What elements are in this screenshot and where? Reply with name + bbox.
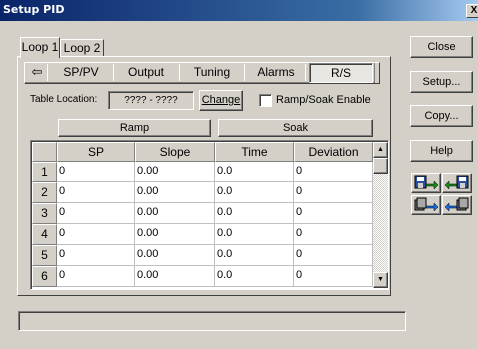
memory-to-plc-icon[interactable]: [442, 195, 472, 215]
change-button[interactable]: Change: [199, 90, 243, 111]
back-arrow-icon[interactable]: ⇦: [26, 63, 48, 82]
row-number[interactable]: 3: [32, 203, 57, 224]
cell-deviation[interactable]: 0: [294, 182, 373, 203]
cell-deviation[interactable]: 0: [294, 245, 373, 266]
column-header-time[interactable]: Time: [215, 142, 294, 162]
tab-loop-1[interactable]: Loop 1: [20, 37, 60, 58]
setup-button[interactable]: Setup...: [410, 71, 473, 93]
row-number[interactable]: 1: [32, 162, 57, 182]
status-bar: [18, 311, 406, 331]
tab-separator: [244, 64, 245, 81]
tab-separator: [113, 64, 114, 81]
cell-slope[interactable]: 0.00: [135, 182, 215, 203]
cell-deviation[interactable]: 0: [294, 266, 373, 287]
cell-time[interactable]: 0.0: [215, 182, 294, 203]
cell-time[interactable]: 0.0: [215, 245, 294, 266]
column-header-slope[interactable]: Slope: [135, 142, 215, 162]
tab-tuning[interactable]: Tuning: [182, 63, 242, 82]
cell-slope[interactable]: 0.00: [135, 266, 215, 287]
cell-deviation[interactable]: 0: [294, 224, 373, 245]
grid-corner: [32, 142, 57, 162]
cell-sp[interactable]: 0: [57, 224, 135, 245]
tab-strip-end: [374, 63, 379, 83]
title-bar: [0, 0, 478, 21]
row-number[interactable]: 4: [32, 224, 57, 245]
ramp-soak-enable-label: Ramp/Soak Enable: [276, 94, 371, 106]
window-title: Setup PID: [3, 3, 65, 16]
scroll-down-button[interactable]: ▼: [373, 272, 388, 288]
cell-slope[interactable]: 0.00: [135, 203, 215, 224]
tab-r-s[interactable]: R/S: [309, 63, 373, 83]
close-button[interactable]: Close: [410, 36, 473, 58]
cell-deviation[interactable]: 0: [294, 203, 373, 224]
row-number[interactable]: 6: [32, 266, 57, 287]
column-header-deviation[interactable]: Deviation: [294, 142, 373, 162]
close-window-button[interactable]: X: [466, 4, 478, 18]
tab-separator: [305, 64, 306, 81]
tab-separator: [47, 64, 48, 81]
cell-time[interactable]: 0.0: [215, 224, 294, 245]
tab-sp-pv[interactable]: SP/PV: [50, 63, 112, 82]
copy-button[interactable]: Copy...: [410, 105, 473, 127]
cell-deviation[interactable]: 0: [294, 162, 373, 182]
tab-separator: [179, 64, 180, 81]
cell-sp[interactable]: 0: [57, 203, 135, 224]
cell-slope[interactable]: 0.00: [135, 224, 215, 245]
cell-sp[interactable]: 0: [57, 245, 135, 266]
cell-slope[interactable]: 0.00: [135, 162, 215, 182]
cell-sp[interactable]: 0: [57, 162, 135, 182]
row-number[interactable]: 2: [32, 182, 57, 203]
tab-alarms[interactable]: Alarms: [248, 63, 304, 82]
cell-slope[interactable]: 0.00: [135, 245, 215, 266]
row-number[interactable]: 5: [32, 245, 57, 266]
disk-to-plc-icon[interactable]: [442, 173, 472, 193]
tab-output[interactable]: Output: [116, 63, 176, 82]
ramp-group-header: Ramp: [58, 119, 211, 137]
cell-time[interactable]: 0.0: [215, 266, 294, 287]
table-location-label: Table Location:: [30, 94, 98, 105]
cell-sp[interactable]: 0: [57, 182, 135, 203]
ramp-soak-checkbox[interactable]: [259, 94, 272, 107]
table-location-field: ???? - ????: [108, 91, 194, 110]
cell-time[interactable]: 0.0: [215, 203, 294, 224]
plc-to-memory-icon[interactable]: [411, 195, 441, 215]
scroll-up-button[interactable]: ▲: [373, 142, 388, 158]
scroll-thumb[interactable]: [373, 158, 388, 174]
soak-group-header: Soak: [218, 119, 373, 137]
cell-sp[interactable]: 0: [57, 266, 135, 287]
plc-to-disk-icon[interactable]: [411, 173, 441, 193]
cell-time[interactable]: 0.0: [215, 162, 294, 182]
column-header-sp[interactable]: SP: [57, 142, 135, 162]
help-button[interactable]: Help: [410, 140, 473, 162]
